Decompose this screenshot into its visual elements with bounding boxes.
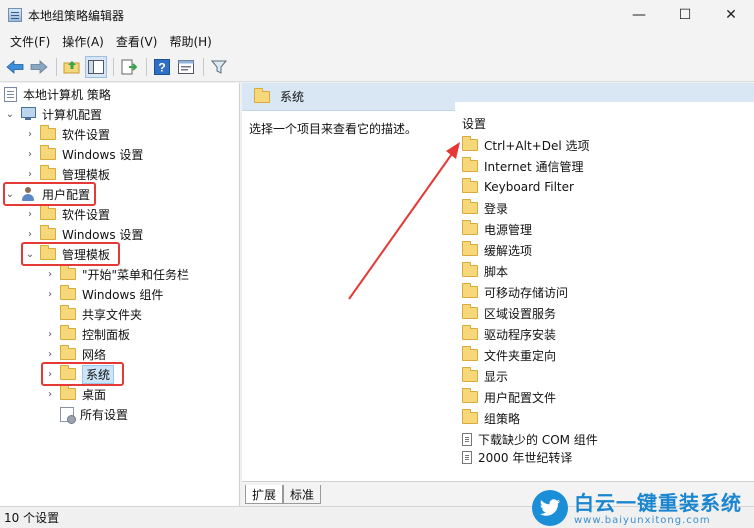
tree-item-shared-folders[interactable]: 共享文件夹 (60, 304, 142, 324)
tree-label: Windows 设置 (62, 227, 144, 242)
chevron-right-icon[interactable]: › (24, 144, 36, 164)
tab-standard[interactable]: 标准 (283, 485, 322, 504)
computer-icon (20, 107, 36, 121)
watermark-text: 白云一键重装系统 www.baiyunxitong.com (574, 491, 742, 526)
toolbar-separator (56, 57, 57, 76)
gpedit-app-icon (8, 8, 22, 22)
watermark: 白云一键重装系统 www.baiyunxitong.com (532, 490, 742, 526)
twitter-bird-logo-icon (532, 490, 568, 526)
menu-bar: 文件(F) 操作(A) 查看(V) 帮助(H) (0, 30, 754, 52)
tree-label: 本地计算机 策略 (23, 87, 111, 102)
toolbar-separator (146, 57, 147, 76)
tree-item-start-menu[interactable]: › "开始"菜单和任务栏 (44, 264, 189, 284)
chevron-right-icon[interactable]: › (44, 284, 56, 304)
highlight-box-admin-templates (21, 242, 120, 266)
folder-icon (40, 125, 56, 140)
tree-label: 共享文件夹 (82, 307, 143, 322)
folder-icon (60, 345, 76, 360)
folder-icon (40, 225, 56, 240)
folder-icon (60, 285, 76, 300)
tree-item-control-panel[interactable]: › 控制面板 (44, 324, 130, 344)
tree-item-desktop[interactable]: › 桌面 (44, 384, 106, 404)
window-controls: — ☐ ✕ (616, 0, 754, 30)
tree-item-root[interactable]: 本地计算机 策略 (4, 84, 111, 104)
tree-label: 软件设置 (62, 207, 111, 222)
highlight-box-user-config (3, 182, 96, 206)
tree-pane[interactable]: 本地计算机 策略 ⌄ 计算机配置 › 软件设置 › Windows 设置 › 管… (0, 83, 240, 506)
chevron-right-icon[interactable]: › (44, 384, 56, 404)
details-pane: 系统 选择一个项目来查看它的描述。 设置 Ctrl+Alt+Del 选项 Int… (242, 83, 754, 506)
tree-label: 控制面板 (82, 327, 131, 342)
chevron-down-icon[interactable]: ⌄ (4, 104, 16, 124)
annotation-arrow (348, 142, 460, 300)
menu-action[interactable]: 操作(A) (56, 33, 110, 50)
toolbar: ? (0, 52, 754, 82)
chevron-right-icon[interactable]: › (24, 204, 36, 224)
tree-item-cc-software[interactable]: › 软件设置 (24, 124, 110, 144)
up-folder-icon[interactable] (61, 56, 83, 78)
folder-icon (60, 305, 76, 320)
properties-icon[interactable] (175, 56, 197, 78)
maximize-button[interactable]: ☐ (662, 0, 708, 30)
chevron-right-icon[interactable]: › (24, 164, 36, 184)
chevron-right-icon[interactable]: › (44, 264, 56, 284)
toolbar-separator (203, 57, 204, 76)
tree-label: 桌面 (82, 387, 107, 402)
tree-label: 所有设置 (80, 407, 129, 422)
policy-icon (4, 86, 17, 102)
folder-icon (60, 325, 76, 340)
close-button[interactable]: ✕ (708, 0, 754, 30)
menu-file[interactable]: 文件(F) (4, 33, 56, 50)
window-title: 本地组策略编辑器 (28, 8, 125, 23)
folder-icon (60, 265, 76, 280)
filter-icon[interactable] (208, 56, 230, 78)
tree-item-computer-config[interactable]: ⌄ 计算机配置 (4, 104, 102, 124)
tree-label: "开始"菜单和任务栏 (82, 267, 190, 282)
tree-label: 管理模板 (62, 167, 111, 182)
menu-view[interactable]: 查看(V) (110, 33, 164, 50)
tree-item-all-settings[interactable]: 所有设置 (60, 404, 128, 424)
back-icon[interactable] (4, 56, 26, 78)
chevron-right-icon[interactable]: › (24, 224, 36, 244)
menu-help[interactable]: 帮助(H) (163, 33, 217, 50)
forward-icon[interactable] (28, 56, 50, 78)
tree-item-cc-admin[interactable]: › 管理模板 (24, 164, 110, 184)
highlight-box-system (41, 362, 124, 386)
title-bar: 本地组策略编辑器 — ☐ ✕ (0, 0, 754, 30)
chevron-right-icon[interactable]: › (44, 344, 56, 364)
tree-item-uc-windows[interactable]: › Windows 设置 (24, 224, 143, 244)
svg-text:?: ? (158, 60, 165, 74)
status-text: 10 个设置 (4, 511, 60, 525)
tree-label: 计算机配置 (42, 107, 103, 122)
folder-icon (40, 205, 56, 220)
tree-item-uc-software[interactable]: › 软件设置 (24, 204, 110, 224)
tree-label: Windows 设置 (62, 147, 144, 162)
tree-item-cc-windows[interactable]: › Windows 设置 (24, 144, 143, 164)
tree-label: 软件设置 (62, 127, 111, 142)
tree-label: 网络 (82, 347, 107, 362)
folder-icon (60, 385, 76, 400)
chevron-right-icon[interactable]: › (44, 324, 56, 344)
tab-extended[interactable]: 扩展 (245, 485, 284, 504)
tree-item-win-components[interactable]: › Windows 组件 (44, 284, 163, 304)
show-hide-tree-icon[interactable] (85, 55, 107, 78)
all-settings-icon (60, 406, 76, 424)
chevron-right-icon[interactable]: › (24, 124, 36, 144)
toolbar-separator (113, 57, 114, 76)
folder-icon (40, 145, 56, 160)
watermark-brand: 白云一键重装系统 (574, 490, 742, 515)
folder-icon (40, 165, 56, 180)
tree-label: Windows 组件 (82, 287, 164, 302)
watermark-url: www.baiyunxitong.com (574, 514, 711, 526)
minimize-button[interactable]: — (616, 0, 662, 30)
export-list-icon[interactable] (118, 56, 140, 78)
tree-item-network[interactable]: › 网络 (44, 344, 106, 364)
help-icon[interactable]: ? (151, 56, 173, 78)
